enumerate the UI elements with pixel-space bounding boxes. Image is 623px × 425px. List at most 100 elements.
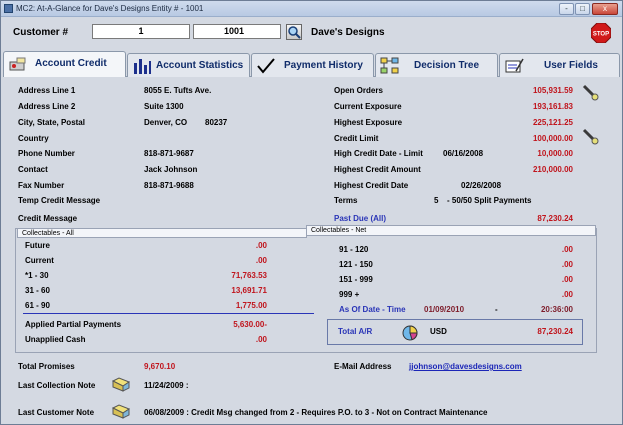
credit-limit-label: Credit Limit [334, 134, 379, 143]
highest-exposure-value: 225,121.25 [532, 118, 573, 127]
phone-label: Phone Number [18, 149, 75, 158]
currency-label: USD [430, 327, 447, 336]
terms-value: - 50/50 Split Payments [447, 196, 532, 205]
tab-decision-tree[interactable]: Decision Tree [375, 53, 498, 77]
app-icon [4, 4, 13, 13]
address-line2-value: Suite 1300 [144, 102, 184, 111]
user-fields-icon [505, 58, 524, 73]
account-credit-icon [9, 57, 26, 71]
entity-number-input[interactable]: 1001 [193, 24, 281, 39]
phone-value: 818-871-9687 [144, 149, 194, 158]
highest-credit-date-label: Highest Credit Date [334, 181, 409, 190]
last-collection-note-label: Last Collection Note [18, 381, 96, 390]
tab-payment-history-label: Payment History [284, 60, 363, 71]
bucket-31-60-label: 31 - 60 [25, 286, 50, 295]
terms-label: Terms [334, 196, 358, 205]
open-orders-label: Open Orders [334, 86, 383, 95]
bucket-121-150-label: 121 - 150 [339, 260, 373, 269]
tab-user-fields-label: User Fields [544, 60, 598, 71]
future-label: Future [25, 241, 50, 250]
highest-credit-amount-value: 210,000.00 [532, 165, 573, 174]
minimize-button[interactable]: - [559, 3, 574, 15]
search-button[interactable] [286, 24, 302, 40]
close-button[interactable]: x [592, 3, 618, 15]
bucket-999-plus-value: .00 [561, 290, 573, 299]
highest-credit-date-value: 02/26/2008 [461, 181, 502, 190]
last-customer-note-value: 06/08/2009 : Credit Msg changed from 2 -… [144, 408, 488, 417]
as-of-separator: - [495, 305, 498, 314]
svg-text:STOP: STOP [593, 32, 609, 38]
app-window: MC2: At-A-Glance for Dave's Designs Enti… [0, 0, 623, 425]
applied-partial-value: 5,630.00- [233, 320, 267, 329]
checkmark-icon [257, 58, 275, 74]
tab-account-statistics-label: Account Statistics [156, 60, 244, 71]
note-folder-icon[interactable] [111, 376, 131, 392]
bucket-151-999-label: 151 - 999 [339, 275, 373, 284]
past-due-value: 87,230.24 [537, 214, 573, 223]
email-link[interactable]: jjohnson@davesdesigns.com [409, 362, 522, 371]
note-folder-icon[interactable] [111, 403, 131, 419]
current-exposure-label: Current Exposure [334, 102, 402, 111]
tab-account-credit-label: Account Credit [35, 58, 107, 69]
tab-bar: Account Credit Account Statistics Paymen… [3, 51, 620, 78]
current-exposure-value: 193,161.83 [532, 102, 573, 111]
account-credit-panel: Address Line 1 8055 E. Tufts Ave. Addres… [3, 77, 620, 424]
bucket-61-90-value: 1,775.00 [235, 301, 267, 310]
divider [23, 313, 314, 314]
city-value: Denver, CO [144, 118, 188, 127]
title-bar: MC2: At-A-Glance for Dave's Designs Enti… [1, 1, 622, 17]
city-label: City, State, Postal [18, 118, 85, 127]
search-icon [288, 26, 301, 39]
as-of-time: 20:36:00 [540, 305, 573, 314]
pie-chart-icon[interactable] [400, 322, 420, 342]
postal-value: 80237 [205, 118, 228, 127]
customer-label: Customer # [13, 27, 69, 38]
bucket-151-999-value: .00 [561, 275, 573, 284]
past-due-label: Past Due (All) [334, 214, 387, 223]
credit-limit-value: 100,000.00 [532, 134, 573, 143]
current-value: .00 [255, 256, 267, 265]
address-line1-label: Address Line 1 [18, 86, 76, 95]
terms-code: 5 [434, 196, 439, 205]
open-orders-value: 105,931.59 [532, 86, 573, 95]
bucket-121-150-value: .00 [561, 260, 573, 269]
tab-account-credit[interactable]: Account Credit [3, 51, 126, 78]
customer-number-input[interactable]: 1 [92, 24, 190, 39]
restore-button[interactable]: □ [575, 3, 590, 15]
fax-value: 818-871-9688 [144, 181, 194, 190]
high-credit-limit-value: 10,000.00 [537, 149, 573, 158]
customer-toolbar: Customer # 1 1001 Dave's Designs [3, 18, 620, 48]
total-promises-value: 9,670.10 [144, 362, 176, 371]
last-collection-note-value: 11/24/2009 : [144, 381, 189, 390]
total-ar-label: Total A/R [338, 327, 373, 336]
contact-label: Contact [18, 165, 48, 174]
bucket-999-plus-label: 999 + [339, 290, 360, 299]
gauge-icon[interactable] [581, 127, 599, 145]
decision-tree-icon [380, 57, 399, 74]
tab-payment-history[interactable]: Payment History [251, 53, 374, 77]
as-of-label: As Of Date - Time [339, 305, 406, 314]
gauge-icon[interactable] [581, 83, 599, 101]
stop-button[interactable]: STOP [591, 23, 611, 43]
customer-name: Dave's Designs [311, 27, 385, 38]
future-value: .00 [255, 241, 267, 250]
temp-credit-message-label: Temp Credit Message [18, 196, 101, 205]
fax-label: Fax Number [18, 181, 65, 190]
tab-user-fields[interactable]: User Fields [499, 53, 620, 77]
country-label: Country [18, 134, 49, 143]
bucket-31-60-value: 13,691.71 [231, 286, 267, 295]
collectables-all-header: Collectables - All [17, 228, 307, 238]
unapplied-cash-value: .00 [255, 335, 267, 344]
high-credit-date-value: 06/16/2008 [443, 149, 484, 158]
bucket-1-30-label: *1 - 30 [25, 271, 49, 280]
current-label: Current [25, 256, 54, 265]
last-customer-note-label: Last Customer Note [18, 408, 95, 417]
highest-exposure-label: Highest Exposure [334, 118, 403, 127]
highest-credit-amount-label: Highest Credit Amount [334, 165, 421, 174]
address-line1-value: 8055 E. Tufts Ave. [144, 86, 212, 95]
tab-account-statistics[interactable]: Account Statistics [127, 53, 250, 77]
address-line2-label: Address Line 2 [18, 102, 76, 111]
bar-chart-icon [134, 59, 151, 74]
collectables-net-header: Collectables - Net [306, 225, 596, 236]
bucket-61-90-label: 61 - 90 [25, 301, 50, 310]
